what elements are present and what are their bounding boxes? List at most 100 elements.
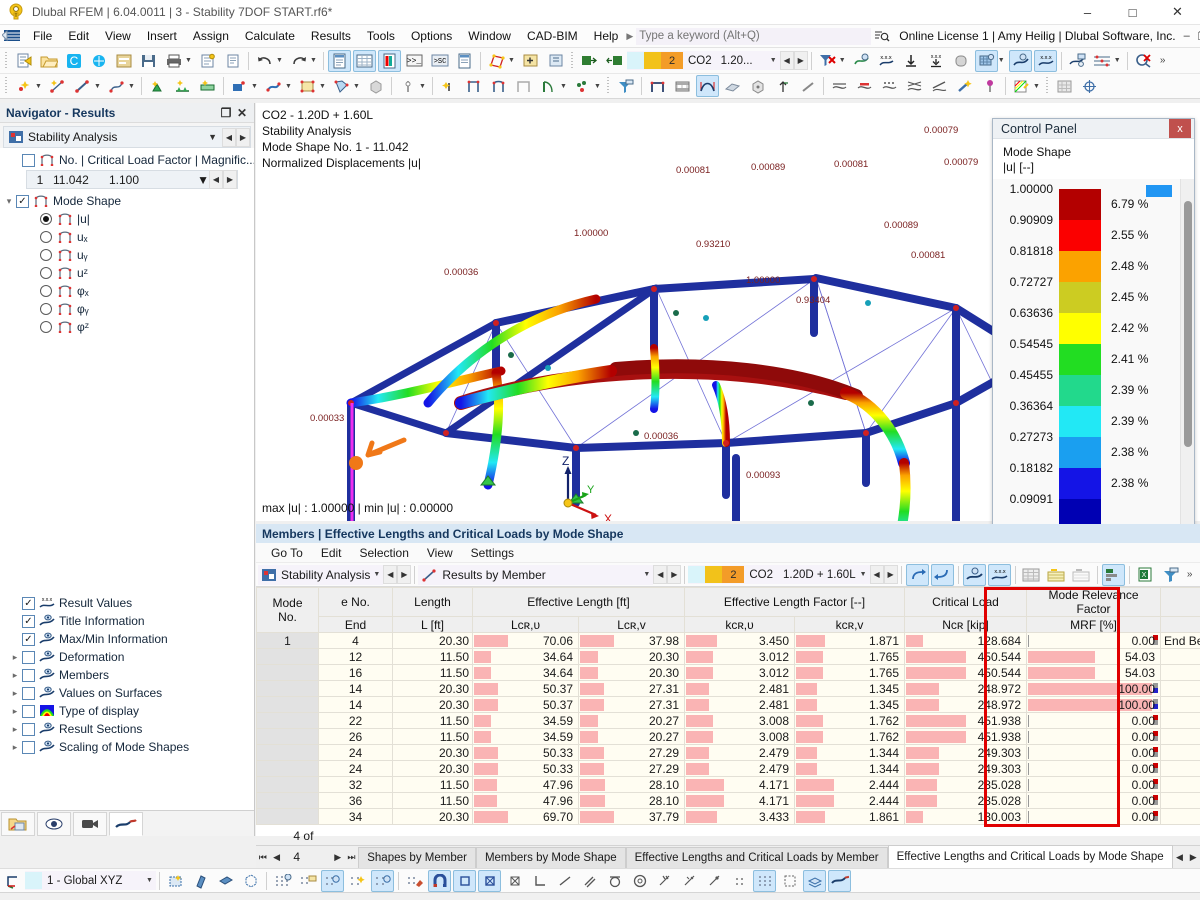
cell-ncr[interactable]: 451.938	[904, 712, 1028, 729]
table-lc-next-button[interactable]: ▶	[883, 565, 898, 584]
control-panel-close-button[interactable]: x	[1169, 119, 1191, 138]
toolbar-grip-3[interactable]	[4, 77, 9, 95]
component-radio-6[interactable]	[40, 321, 52, 333]
cell-end[interactable]: 24	[318, 760, 393, 777]
cell-mode-no[interactable]	[256, 792, 319, 809]
cell-length[interactable]: 20.30	[392, 760, 473, 777]
member-load-dropdown-icon[interactable]: ▼	[284, 83, 293, 90]
work-plane-yz-icon[interactable]	[189, 870, 212, 892]
mode-value-chevron-icon[interactable]: ▼	[197, 173, 209, 187]
imperfection-2-icon[interactable]	[487, 75, 510, 97]
table-toolbar-overflow-icon[interactable]: »	[1184, 564, 1196, 586]
mode-shape-checkbox[interactable]: ✓	[16, 194, 29, 208]
goto-previous-icon[interactable]	[905, 563, 929, 586]
snap-center-icon[interactable]	[478, 869, 501, 892]
grid-snap-icon[interactable]	[271, 870, 294, 892]
internal-forces-icon[interactable]	[853, 75, 876, 97]
member-values-xxx-icon[interactable]: x.x.x	[1033, 49, 1057, 72]
cell-end[interactable]: 34	[318, 808, 393, 825]
nav-option-checkbox-1[interactable]: ✓	[22, 614, 35, 628]
col-kcr-u[interactable]: kᴄʀ,ᴜ	[684, 616, 796, 633]
scale-color-4[interactable]	[1059, 313, 1101, 344]
snap-parallel-icon[interactable]	[578, 870, 601, 892]
nav-option-result-values[interactable]: ✓ x.x.x Result Values	[0, 594, 254, 612]
selection-rect-icon[interactable]	[778, 870, 801, 892]
col-critical-load-top[interactable]: Critical Load	[904, 587, 1028, 617]
col-ncr[interactable]: Nᴄʀ [kip]	[904, 616, 1028, 633]
cell-mode-no[interactable]	[256, 776, 319, 793]
export-excel-icon[interactable]: X	[1134, 564, 1157, 586]
measure-icon[interactable]	[796, 75, 819, 97]
cell-end[interactable]: 22	[318, 712, 393, 729]
stress-icon[interactable]	[878, 75, 901, 97]
cell-mrf[interactable]: 0.00	[1026, 728, 1162, 745]
results-grid[interactable]: Mode No. e No. Length Effective Length […	[256, 587, 1200, 825]
cell-mrf[interactable]: 0.00	[1026, 712, 1162, 729]
cell-kcr_v[interactable]: 1.344	[794, 760, 906, 777]
toolbar-grip[interactable]	[4, 51, 9, 70]
new-line-icon[interactable]	[46, 75, 69, 97]
cell-length[interactable]: 20.30	[392, 696, 473, 713]
hinge-dropdown-icon[interactable]: ▼	[418, 83, 427, 90]
tree-row-component-0[interactable]: |u|	[0, 210, 254, 228]
menu-options[interactable]: Options	[403, 26, 460, 46]
cell-kcr_u[interactable]: 4.171	[684, 776, 796, 793]
table-row[interactable]: 16 11.50 34.64 20.30 3.012 1.765 450.544 54.03	[256, 664, 1200, 681]
cell-lcr_u[interactable]: 50.33	[472, 744, 579, 761]
cell-kcr_u[interactable]: 2.481	[684, 680, 796, 697]
lc-next-button[interactable]: ▶	[793, 51, 808, 70]
cell-ncr[interactable]: 249.303	[904, 760, 1028, 777]
table-results-by-combo[interactable]: Results by Member ▼	[418, 564, 654, 585]
col-mode-no[interactable]: Mode No.	[256, 587, 319, 633]
cell-kcr_v[interactable]: 1.762	[794, 728, 906, 745]
menu-window[interactable]: Window	[460, 26, 519, 46]
target-settings-icon[interactable]	[1078, 75, 1101, 97]
cell-lcr_v[interactable]: 27.29	[577, 760, 686, 777]
table-menu-settings[interactable]: Settings	[462, 544, 523, 562]
cell-length[interactable]: 11.50	[392, 776, 473, 793]
navigator-analysis-combo[interactable]: Stability Analysis ▼ ◀ ▶	[3, 126, 251, 148]
snap-nearest-icon[interactable]	[703, 870, 726, 892]
nav-option-checkbox-8[interactable]	[22, 740, 35, 754]
snap-points-icon[interactable]	[728, 870, 751, 892]
cell-kcr_u[interactable]: 2.481	[684, 696, 796, 713]
free-load-dropdown-icon[interactable]: ▼	[352, 83, 361, 90]
scale-color-3[interactable]	[1059, 282, 1101, 313]
support-reaction-icon[interactable]	[900, 50, 923, 72]
cell-member[interactable]	[1160, 664, 1200, 681]
snap-perpendicular-icon[interactable]	[528, 870, 551, 892]
result-diagram-icon[interactable]	[1066, 50, 1089, 72]
cell-member[interactable]	[1160, 760, 1200, 777]
new-member-icon[interactable]	[71, 75, 94, 97]
nav-option-checkbox-4[interactable]	[22, 668, 35, 682]
cell-end[interactable]: 4	[318, 632, 393, 649]
3d-box-icon[interactable]	[746, 75, 769, 97]
nodal-load-icon[interactable]	[228, 75, 251, 97]
menu-tools[interactable]: Tools	[359, 26, 403, 46]
cell-mode-no[interactable]	[256, 712, 319, 729]
navigator-tab-views[interactable]	[37, 811, 71, 836]
new-model-icon[interactable]	[12, 50, 35, 72]
keyword-search-input[interactable]	[636, 27, 872, 45]
scale-color-8[interactable]	[1059, 437, 1101, 468]
line-support-icon[interactable]	[171, 75, 194, 97]
cs-chevron-icon[interactable]: ▼	[145, 877, 154, 884]
nav-option-expander-4[interactable]: ▸	[8, 670, 22, 681]
navigator-tab-project[interactable]	[1, 811, 35, 836]
cell-lcr_v[interactable]: 27.29	[577, 744, 686, 761]
cell-kcr_v[interactable]: 1.765	[794, 648, 906, 665]
toolbar-grip-5[interactable]	[1045, 77, 1050, 95]
lc-dropdown-icon[interactable]: ▼	[769, 57, 778, 64]
nav-option-expander-3[interactable]: ▸	[8, 652, 22, 663]
tab-next-button[interactable]: ▶	[331, 847, 345, 868]
list-panel-icon[interactable]	[453, 50, 476, 72]
snap-intersection-icon[interactable]	[653, 870, 676, 892]
table-row[interactable]: 14 20.30 50.37 27.31 2.481 1.345 248.972 100.00	[256, 680, 1200, 697]
cell-ncr[interactable]: 248.972	[904, 696, 1028, 713]
cell-lcr_v[interactable]: 20.27	[577, 712, 686, 729]
cell-member[interactable]	[1160, 744, 1200, 761]
col-lcr-u[interactable]: Lᴄʀ,ᴜ	[472, 616, 579, 633]
export-icon[interactable]	[578, 50, 601, 72]
cell-length[interactable]: 20.30	[392, 632, 473, 649]
cell-kcr_u[interactable]: 3.008	[684, 712, 796, 729]
